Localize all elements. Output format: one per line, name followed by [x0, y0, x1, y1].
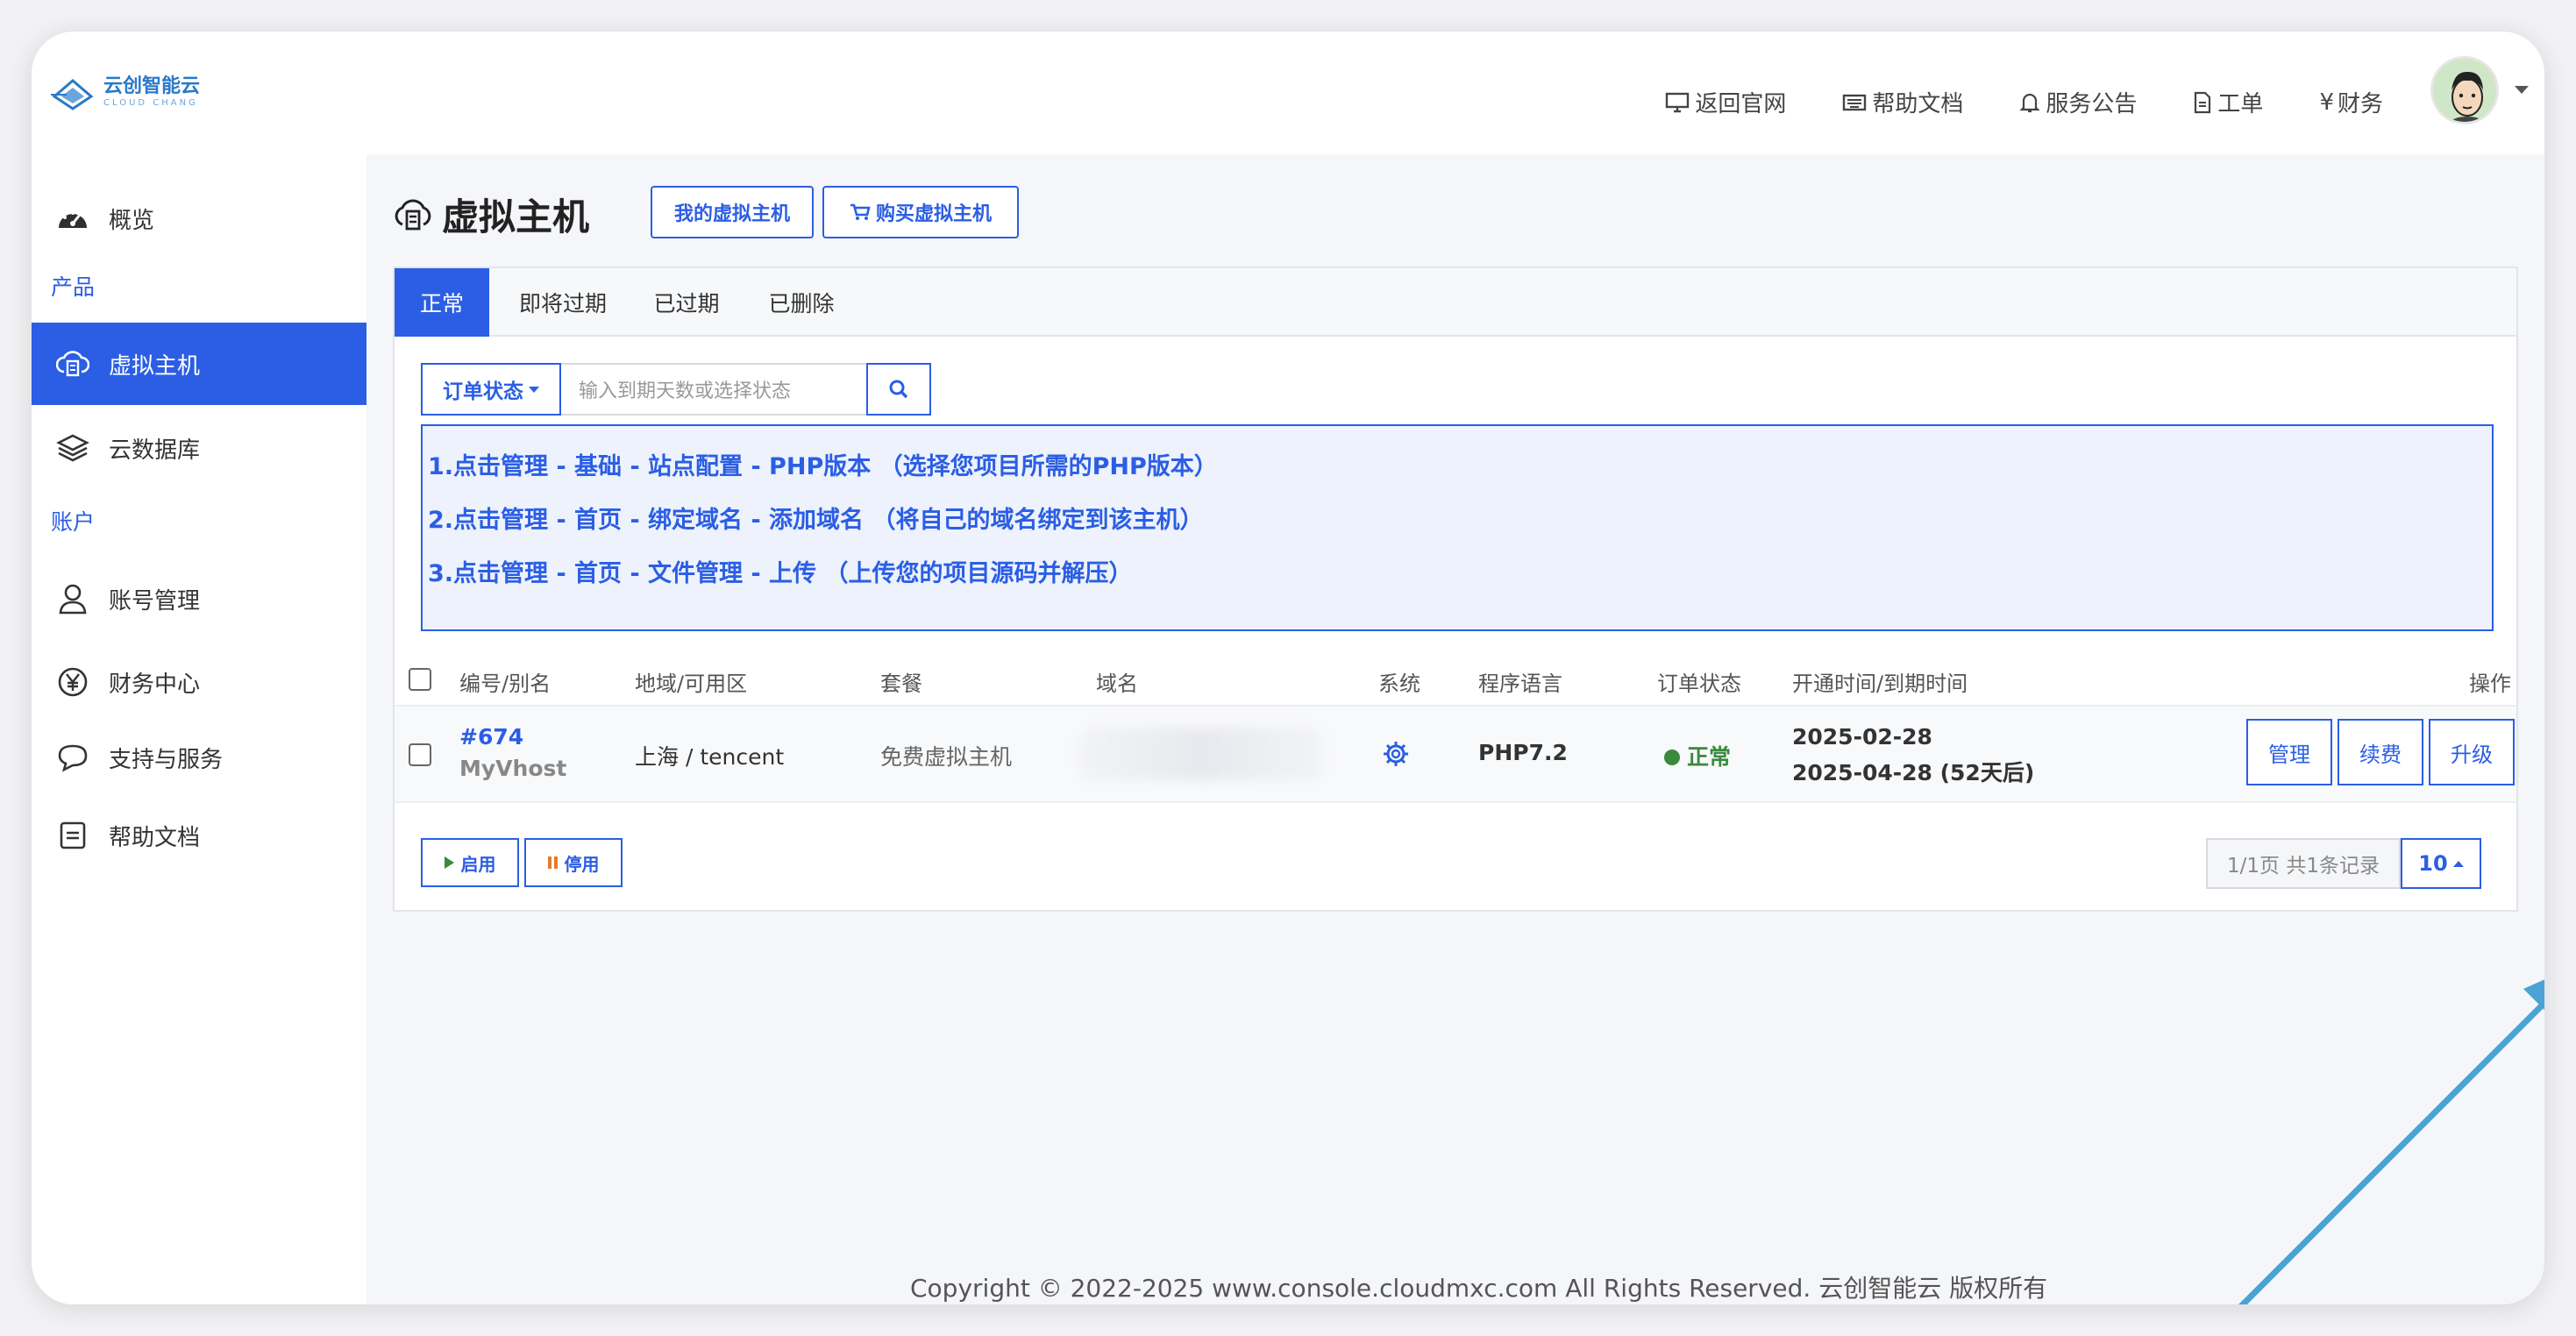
keyboard-icon: [1843, 94, 1867, 110]
user-menu-caret-icon[interactable]: [2515, 86, 2529, 94]
row-checkbox[interactable]: [409, 743, 431, 766]
search-input[interactable]: 输入到期天数或选择状态: [561, 363, 866, 416]
sidebar-item-overview[interactable]: 概览: [32, 177, 366, 259]
user-icon: [59, 584, 87, 615]
user-avatar[interactable]: [2430, 56, 2499, 124]
monitor-icon: [1666, 92, 1690, 112]
nav-help-docs[interactable]: 帮助文档: [1842, 86, 1963, 118]
document-list-icon: [60, 821, 86, 849]
nav-back-home[interactable]: 返回官网: [1665, 86, 1786, 118]
manage-button[interactable]: 管理: [2246, 719, 2332, 785]
layers-icon: [56, 434, 89, 462]
nav-announcements[interactable]: 服务公告: [2019, 86, 2137, 118]
dashboard-icon: [59, 211, 87, 228]
brand-name: 云创智能云: [103, 75, 201, 97]
host-plan: 免费虚拟主机: [880, 744, 1013, 770]
bell-icon: [2019, 93, 2041, 112]
sidebar-item-account[interactable]: 账号管理: [32, 558, 366, 640]
search-icon: [889, 380, 908, 399]
caret-down-icon: [529, 386, 539, 393]
expire-time: 2025-04-28 (52天后): [1792, 760, 2035, 785]
play-icon: [444, 856, 454, 869]
avatar-face-icon: [2433, 59, 2496, 122]
my-hosts-button[interactable]: 我的虚拟主机: [651, 186, 814, 238]
notice-line-3: 3.点击管理 - 首页 - 文件管理 - 上传 （上传您的项目源码并解压）: [428, 560, 1133, 587]
sidebar: 概览 产品 虚拟主机 云数据库 账户 账号管理 财务中心 支持与服务 帮助文档: [32, 154, 366, 1304]
sidebar-item-finance[interactable]: 财务中心: [32, 641, 366, 723]
document-icon: [2195, 91, 2211, 113]
yen-icon: ¥: [2319, 89, 2334, 116]
tab-expired[interactable]: 已过期: [647, 268, 726, 337]
top-header: 云创智能云 CLOUD CHANG 返回官网 帮助文档 服务公告 工单 ¥ 财务: [32, 32, 2544, 154]
cloud-host-icon: [56, 351, 89, 377]
order-status-dropdown[interactable]: 订单状态: [421, 363, 561, 416]
main-content: 虚拟主机 我的虚拟主机 购买虚拟主机 正常 即将过期 已过期 已删除 订单状态 …: [366, 154, 2544, 1304]
tab-normal[interactable]: 正常: [395, 268, 489, 337]
table-row: #674 MyVhost 上海 / tencent 免费虚拟主机 PHP7.2 …: [395, 707, 2516, 803]
host-region: 上海 / tencent: [635, 744, 785, 770]
tab-deleted[interactable]: 已删除: [758, 268, 845, 337]
nav-tickets[interactable]: 工单: [2193, 86, 2263, 118]
notice-line-2: 2.点击管理 - 首页 - 绑定域名 - 添加域名 （将自己的域名绑定到该主机）: [428, 507, 1204, 534]
copyright-text: Copyright © 2022-2025 www.console.cloudm…: [910, 1274, 2048, 1303]
yen-circle-icon: [58, 667, 88, 697]
sidebar-item-virtual-host[interactable]: 虚拟主机: [32, 323, 366, 405]
app-window: 云创智能云 CLOUD CHANG 返回官网 帮助文档 服务公告 工单 ¥ 财务…: [32, 32, 2544, 1304]
chat-bubble-icon: [58, 744, 88, 772]
filter-bar: 订单状态 输入到期天数或选择状态: [421, 363, 931, 416]
status-dot-icon: [1664, 750, 1680, 765]
gear-system-icon: [1384, 742, 1408, 766]
cart-icon: [850, 203, 871, 220]
top-nav: 返回官网 帮助文档 服务公告 工单 ¥ 财务: [1609, 86, 2383, 118]
tab-expiring[interactable]: 即将过期: [510, 268, 616, 337]
domain-blurred: [1078, 728, 1324, 780]
cloud-logo-icon: [51, 79, 94, 110]
nav-finance[interactable]: ¥ 财务: [2319, 86, 2383, 118]
notice-line-1: 1.点击管理 - 基础 - 站点配置 - PHP版本 （选择您项目所需的PHP版…: [428, 453, 1218, 480]
brand-logo[interactable]: 云创智能云 CLOUD CHANG: [49, 68, 200, 116]
host-id-link[interactable]: #674: [459, 724, 523, 750]
host-alias: MyVhost: [459, 756, 567, 781]
pause-icon: [547, 856, 558, 869]
upgrade-button[interactable]: 升级: [2429, 719, 2515, 785]
host-list-card: 正常 即将过期 已过期 已删除 订单状态 输入到期天数或选择状态 1.点击管理 …: [393, 266, 2518, 912]
sidebar-group-account: 账户: [51, 509, 96, 535]
brand-name-en: CLOUD CHANG: [103, 98, 198, 108]
page-title: 虚拟主机: [393, 188, 589, 241]
search-button[interactable]: [866, 363, 931, 416]
select-all-checkbox[interactable]: [409, 668, 431, 691]
table-header: 编号/别名 地域/可用区 套餐 域名 系统 程序语言 订单状态 开通时间/到期时…: [395, 652, 2516, 707]
usage-notice: 1.点击管理 - 基础 - 站点配置 - PHP版本 （选择您项目所需的PHP版…: [421, 424, 2494, 631]
open-time: 2025-02-28: [1792, 724, 1932, 750]
disable-button[interactable]: 停用: [524, 838, 623, 887]
page-size-select[interactable]: 10: [2401, 838, 2481, 889]
enable-button[interactable]: 启用: [421, 838, 519, 887]
sidebar-item-cloud-db[interactable]: 云数据库: [32, 407, 366, 489]
host-php-version: PHP7.2: [1478, 740, 1568, 765]
cloud-host-icon: [395, 199, 431, 230]
renew-button[interactable]: 续费: [2338, 719, 2423, 785]
sidebar-item-help[interactable]: 帮助文档: [32, 794, 366, 877]
pagination-info: 1/1页 共1条记录: [2206, 838, 2401, 889]
buy-host-button[interactable]: 购买虚拟主机: [822, 186, 1019, 238]
sidebar-item-support[interactable]: 支持与服务: [32, 716, 366, 799]
status-badge: 正常: [1664, 740, 1731, 771]
sidebar-group-products: 产品: [51, 274, 96, 300]
status-tabs: 正常 即将过期 已过期 已删除: [395, 268, 2516, 337]
annotation-arrow: [2238, 979, 2544, 1304]
caret-up-icon: [2452, 860, 2464, 867]
